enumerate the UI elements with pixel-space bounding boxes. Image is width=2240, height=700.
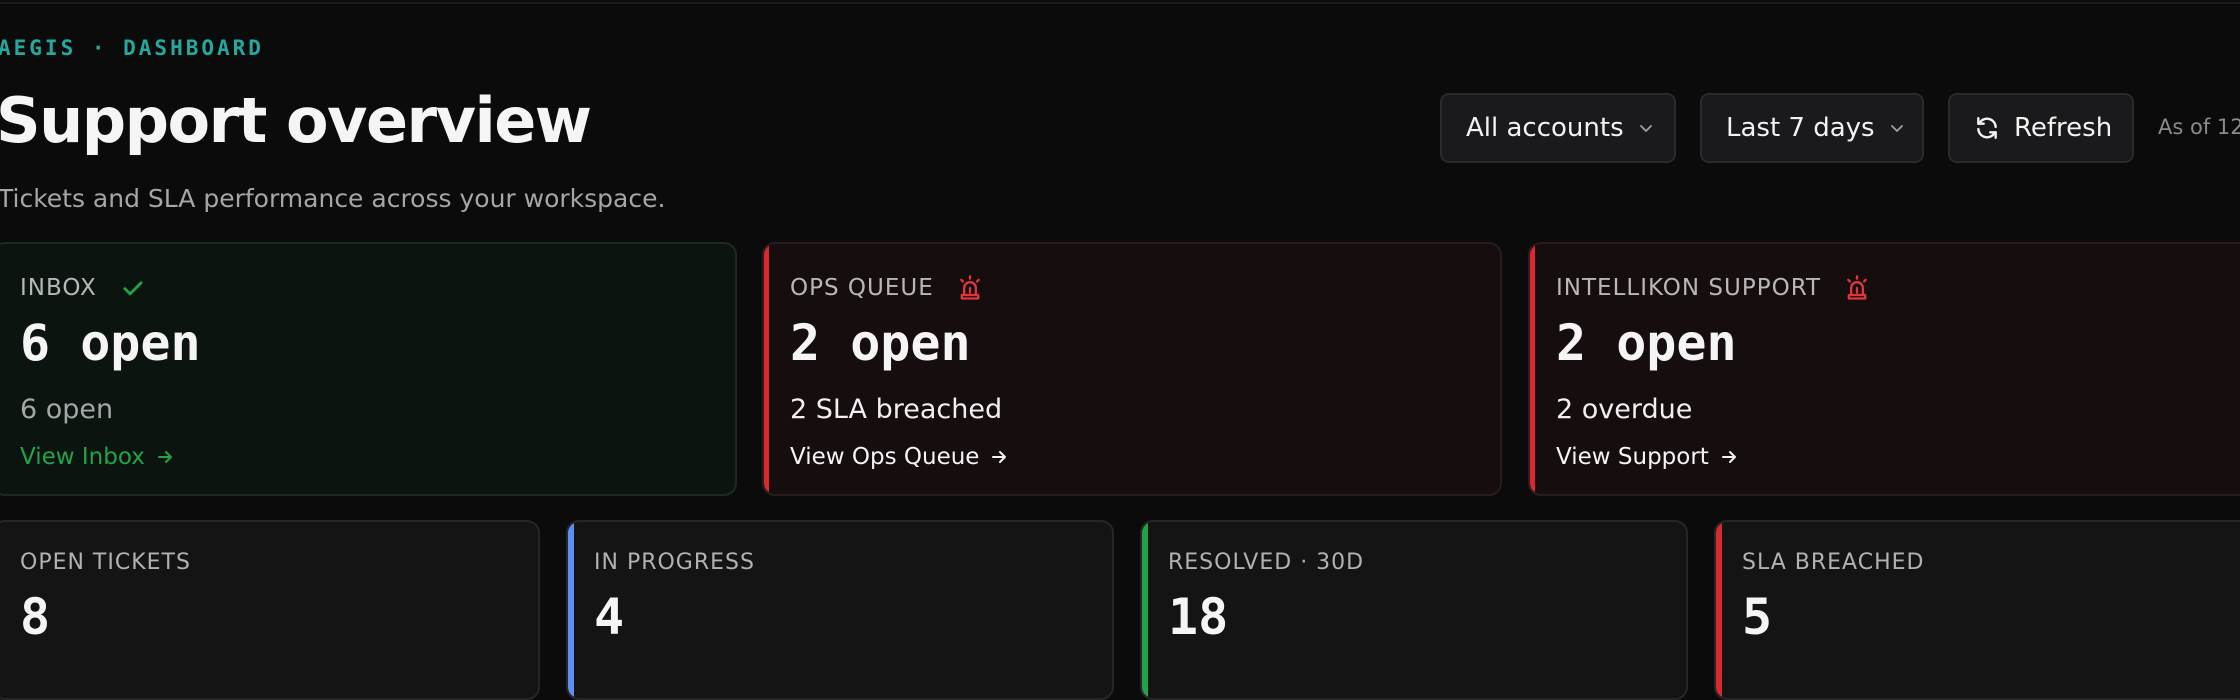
queue-card-header: INBOX bbox=[20, 274, 147, 302]
date-range-dropdown[interactable]: Last 7 days bbox=[1700, 93, 1924, 163]
stat-card-label: RESOLVED · 30D bbox=[1168, 550, 1365, 575]
view-ops-queue-link-label: View Ops Queue bbox=[790, 444, 980, 470]
queue-card-subtext: 2 SLA breached bbox=[790, 394, 1003, 425]
stat-card-open-tickets[interactable]: OPEN TICKETS 8 bbox=[0, 520, 540, 700]
last-updated-timestamp: As of 12: bbox=[2158, 115, 2240, 139]
queue-card-label: OPS QUEUE bbox=[790, 275, 934, 301]
stat-card-value: 5 bbox=[1742, 588, 1773, 646]
top-divider bbox=[0, 0, 2240, 4]
queue-card-header: INTELLIKON SUPPORT bbox=[1556, 274, 1871, 302]
queue-card-value: 2 open bbox=[1556, 314, 1737, 372]
accounts-filter-label: All accounts bbox=[1466, 113, 1624, 143]
view-support-link-label: View Support bbox=[1556, 444, 1709, 470]
queue-card-label: INBOX bbox=[20, 275, 97, 301]
view-inbox-link[interactable]: View Inbox bbox=[20, 444, 175, 470]
view-inbox-link-label: View Inbox bbox=[20, 444, 145, 470]
queue-card-label: INTELLIKON SUPPORT bbox=[1556, 275, 1822, 301]
queue-card-value: 2 open bbox=[790, 314, 971, 372]
stat-card-label: IN PROGRESS bbox=[594, 550, 755, 575]
arrow-right-icon bbox=[157, 451, 172, 463]
stat-card-resolved-30d[interactable]: RESOLVED · 30D 18 bbox=[1140, 520, 1688, 700]
queue-card-intellikon-support[interactable]: INTELLIKON SUPPORT 2 open 2 overdue View… bbox=[1528, 242, 2240, 496]
stat-card-label: SLA BREACHED bbox=[1742, 550, 1925, 575]
arrow-right-icon bbox=[1721, 451, 1736, 463]
chevron-down-icon bbox=[1890, 125, 1903, 132]
arrow-right-icon bbox=[992, 451, 1007, 463]
eyebrow: AEGIS · DASHBOARD bbox=[0, 36, 264, 60]
refresh-label: Refresh bbox=[2014, 113, 2113, 143]
date-range-label: Last 7 days bbox=[1726, 113, 1875, 143]
queue-card-header: OPS QUEUE bbox=[790, 274, 984, 302]
refresh-button[interactable]: Refresh bbox=[1948, 93, 2134, 163]
queue-card-subtext: 6 open bbox=[20, 394, 114, 425]
page-title: Support overview bbox=[0, 84, 592, 157]
stat-card-value: 18 bbox=[1168, 588, 1229, 646]
stat-card-sla-breached[interactable]: SLA BREACHED 5 bbox=[1714, 520, 2240, 700]
view-ops-queue-link[interactable]: View Ops Queue bbox=[790, 444, 1009, 470]
siren-icon bbox=[959, 275, 980, 300]
stat-card-label: OPEN TICKETS bbox=[20, 550, 191, 575]
stat-card-in-progress[interactable]: IN PROGRESS 4 bbox=[566, 520, 1114, 700]
queue-card-value: 6 open bbox=[20, 314, 201, 372]
accounts-filter-dropdown[interactable]: All accounts bbox=[1440, 93, 1676, 163]
queue-card-ops[interactable]: OPS QUEUE 2 open 2 SLA breached View Ops… bbox=[762, 242, 1502, 496]
view-support-link[interactable]: View Support bbox=[1556, 444, 1739, 470]
queue-card-inbox[interactable]: INBOX 6 open 6 open View Inbox bbox=[0, 242, 737, 496]
siren-icon bbox=[1847, 275, 1867, 300]
refresh-icon bbox=[1977, 117, 1997, 139]
stat-card-value: 8 bbox=[20, 588, 51, 646]
chevron-down-icon bbox=[1639, 125, 1652, 132]
stat-card-value: 4 bbox=[594, 588, 625, 646]
page-subtitle: Tickets and SLA performance across your … bbox=[0, 184, 666, 213]
check-icon bbox=[123, 281, 143, 296]
queue-card-subtext: 2 overdue bbox=[1556, 394, 1693, 425]
